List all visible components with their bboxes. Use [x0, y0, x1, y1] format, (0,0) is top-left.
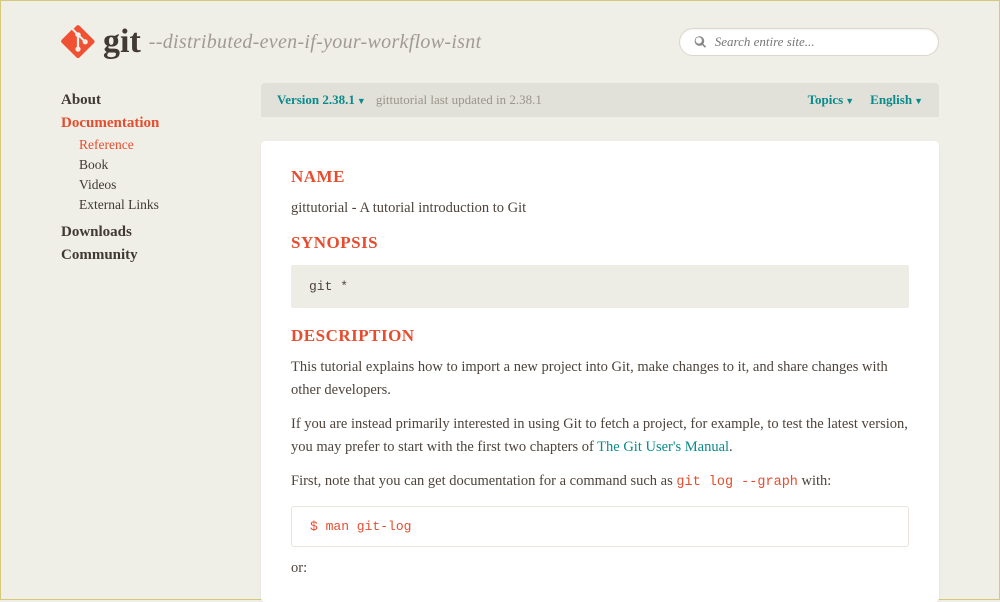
language-label: English	[870, 92, 912, 107]
sidebar-item-documentation[interactable]: Documentation	[61, 112, 231, 135]
content: Version 2.38.1▼ gittutorial last updated…	[261, 83, 939, 602]
name-text: gittutorial - A tutorial introduction to…	[291, 197, 909, 219]
main-layout: About Documentation Reference Book Video…	[1, 71, 999, 602]
user-manual-link[interactable]: The Git User's Manual	[597, 439, 729, 455]
version-selector[interactable]: Version 2.38.1▼	[277, 92, 366, 108]
synopsis-heading: SYNOPSIS	[291, 233, 909, 253]
document-body: NAME gittutorial - A tutorial introducti…	[261, 141, 939, 602]
desc-p2-b: .	[729, 439, 733, 455]
header: git --distributed-even-if-your-workflow-…	[1, 1, 999, 71]
subnav-book[interactable]: Book	[79, 155, 231, 175]
search-box[interactable]	[679, 28, 939, 56]
subnav-videos[interactable]: Videos	[79, 175, 231, 195]
sidebar-subnav: Reference Book Videos External Links	[61, 135, 231, 215]
description-heading: DESCRIPTION	[291, 326, 909, 346]
subnav-reference[interactable]: Reference	[79, 135, 231, 155]
synopsis-code: git *	[291, 265, 909, 308]
topics-label: Topics	[808, 92, 844, 107]
search-input[interactable]	[715, 34, 924, 50]
man-code-block: $ man git-log	[291, 506, 909, 547]
git-logo-icon	[61, 25, 95, 59]
topics-selector[interactable]: Topics▼	[808, 92, 855, 108]
desc-p3-b: with:	[798, 473, 831, 489]
desc-p3: First, note that you can get documentati…	[291, 470, 909, 494]
language-selector[interactable]: English▼	[870, 92, 923, 108]
inline-code-gitlog: git log --graph	[676, 475, 798, 490]
topbar-right: Topics▼ English▼	[808, 92, 923, 108]
sidebar-item-about[interactable]: About	[61, 89, 231, 112]
brand: git --distributed-even-if-your-workflow-…	[61, 23, 481, 61]
or-text: or:	[291, 557, 909, 579]
sidebar-item-community[interactable]: Community	[61, 244, 231, 267]
sidebar: About Documentation Reference Book Video…	[61, 83, 231, 602]
tagline: --distributed-even-if-your-workflow-isnt	[149, 31, 482, 54]
content-topbar: Version 2.38.1▼ gittutorial last updated…	[261, 83, 939, 117]
chevron-down-icon: ▼	[357, 96, 366, 106]
search-icon	[694, 35, 707, 49]
desc-p1: This tutorial explains how to import a n…	[291, 356, 909, 401]
subnav-external-links[interactable]: External Links	[79, 195, 231, 215]
chevron-down-icon: ▼	[914, 96, 923, 106]
name-heading: NAME	[291, 167, 909, 187]
sidebar-item-downloads[interactable]: Downloads	[61, 221, 231, 244]
chevron-down-icon: ▼	[845, 96, 854, 106]
desc-p2: If you are instead primarily interested …	[291, 413, 909, 458]
version-label: Version 2.38.1	[277, 92, 355, 107]
updated-text: gittutorial last updated in 2.38.1	[376, 92, 542, 108]
brand-text: git	[103, 23, 141, 61]
desc-p3-a: First, note that you can get documentati…	[291, 473, 676, 489]
